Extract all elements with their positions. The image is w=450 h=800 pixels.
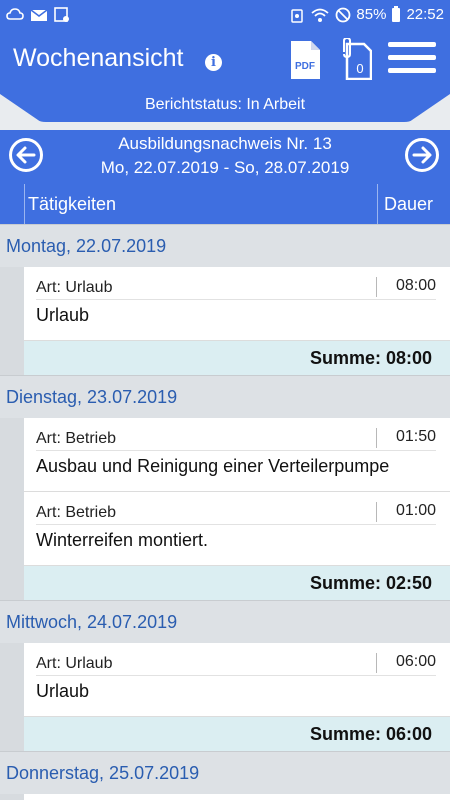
pdf-export-button[interactable]: PDF bbox=[289, 40, 321, 80]
day-sum: Summe: 06:00 bbox=[24, 717, 450, 751]
entry-description: Ausbau und Reinigung einer Verteilerpump… bbox=[36, 456, 390, 476]
entry-type: Art: Betrieb bbox=[36, 504, 117, 521]
pdf-icon: PDF bbox=[291, 41, 320, 79]
column-header: Tätigkeiten Dauer bbox=[0, 184, 450, 224]
entry-duration: 01:50 bbox=[376, 428, 436, 448]
day-sum: Summe: 02:50 bbox=[24, 566, 450, 600]
entry-duration: 06:00 bbox=[376, 653, 436, 673]
next-week-button[interactable] bbox=[405, 138, 439, 172]
info-icon[interactable]: i bbox=[205, 54, 222, 71]
page-title: Wochenansicht bbox=[13, 44, 184, 72]
column-duration: Dauer bbox=[384, 194, 434, 214]
entry-description: Urlaub bbox=[36, 305, 90, 325]
entry-type: Art: Urlaub bbox=[36, 279, 113, 296]
day-header: Montag, 22.07.2019 bbox=[0, 224, 450, 267]
activity-entry[interactable]: Art: Urlaub 08:00 Urlaub bbox=[24, 267, 450, 341]
day-sum: Summe: 08:00 bbox=[24, 341, 450, 375]
entry-duration: 08:00 bbox=[376, 277, 436, 297]
image-icon bbox=[54, 7, 69, 22]
menu-icon bbox=[388, 42, 436, 47]
status-bar: 85% 22:52 bbox=[0, 0, 450, 32]
day-header: Dienstag, 23.07.2019 bbox=[0, 375, 450, 418]
entry-type: Art: Betrieb bbox=[36, 430, 117, 447]
activity-entry[interactable]: Art: Betrieb 01:00 Winterreifen montiert… bbox=[24, 492, 450, 566]
paperclip-icon: 0 bbox=[343, 36, 373, 81]
attachment-count: 0 bbox=[356, 61, 363, 76]
day-list[interactable]: Montag, 22.07.2019 Art: Urlaub 08:00 Url… bbox=[0, 224, 450, 800]
pdf-label: PDF bbox=[295, 61, 315, 72]
entry-type: Art: Urlaub bbox=[36, 655, 113, 672]
week-header: Ausbildungsnachweis Nr. 13 Mo, 22.07.201… bbox=[0, 130, 450, 184]
do-not-disturb-icon bbox=[336, 7, 351, 22]
column-activities: Tätigkeiten bbox=[28, 194, 117, 214]
report-status: Berichtstatus: In Arbeit bbox=[144, 96, 306, 113]
activity-entry[interactable]: Art: Urlaub 06:00 Urlaub bbox=[24, 643, 450, 717]
menu-button[interactable] bbox=[388, 42, 436, 76]
arrow-right-icon bbox=[412, 146, 432, 164]
week-range: Mo, 22.07.2019 - So, 28.07.2019 bbox=[100, 158, 350, 177]
attachments-button[interactable]: 0 bbox=[340, 36, 373, 81]
wifi-icon bbox=[311, 8, 330, 22]
day-header: Donnerstag, 25.07.2019 bbox=[0, 751, 450, 794]
clock: 22:52 bbox=[406, 6, 444, 23]
entry-duration: 01:00 bbox=[376, 502, 436, 522]
entry-description: Urlaub bbox=[36, 681, 90, 701]
cloud-icon bbox=[6, 8, 24, 20]
battery-percent: 85% bbox=[356, 6, 387, 23]
mail-icon bbox=[30, 9, 48, 21]
entry-description: Winterreifen montiert. bbox=[36, 530, 209, 550]
app-bar: Wochenansicht i PDF 0 bbox=[0, 32, 450, 90]
alarm-icon bbox=[291, 8, 304, 23]
battery-icon bbox=[392, 6, 401, 22]
report-number: Ausbildungsnachweis Nr. 13 bbox=[118, 134, 332, 153]
day-header: Mittwoch, 24.07.2019 bbox=[0, 600, 450, 643]
activity-entry[interactable]: Art: Betrieb 01:50 Ausbau und Reinigung … bbox=[24, 418, 450, 492]
